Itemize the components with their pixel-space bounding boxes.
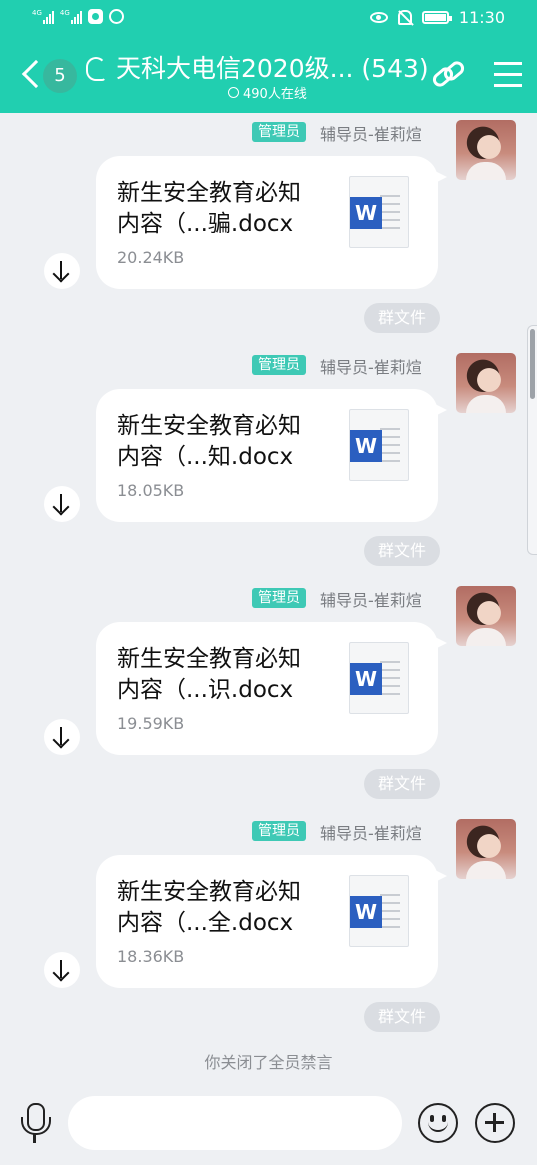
file-name: 新生安全教育必知 内容（...识.docx — [117, 644, 332, 706]
admin-badge: 管理员 — [252, 821, 306, 841]
file-size: 19.59KB — [117, 714, 185, 733]
message-input[interactable] — [68, 1096, 402, 1150]
input-bar — [0, 1085, 537, 1165]
sender-name[interactable]: 辅导员-崔莉煊 — [320, 587, 422, 611]
ear-icon[interactable] — [86, 57, 106, 81]
online-count: 490人在线 — [243, 87, 307, 102]
file-size: 20.24KB — [117, 248, 185, 267]
message-item: 管理员 辅导员-崔莉煊 新生安全教育必知 内容（...知.docx 18.05K… — [0, 350, 537, 566]
link-icon[interactable] — [430, 58, 468, 92]
app-notification-icon — [87, 9, 103, 24]
hand-notification-icon — [108, 9, 124, 24]
word-doc-icon: W — [349, 176, 409, 248]
plus-icon[interactable] — [475, 1103, 515, 1143]
online-status: 490人在线 — [228, 83, 307, 102]
clock: 11:30 — [458, 8, 505, 27]
avatar[interactable] — [456, 586, 516, 646]
group-title[interactable]: 天科大电信2020级... (543) — [116, 49, 429, 85]
word-doc-icon: W — [349, 875, 409, 947]
cell-signal-icon: 4G — [32, 8, 54, 24]
file-name: 新生安全教育必知 内容（...骗.docx — [117, 178, 332, 240]
unread-count-badge[interactable]: 5 — [43, 59, 77, 93]
file-name-line: 新生安全教育必知 — [117, 413, 301, 439]
word-letter: W — [350, 197, 382, 229]
word-doc-icon: W — [349, 409, 409, 481]
message-item: 管理员 辅导员-崔莉煊 新生安全教育必知 内容（...全.docx 18.36K… — [0, 816, 537, 1032]
network-type-label: 4G — [32, 8, 42, 17]
file-bubble[interactable]: 新生安全教育必知 内容（...全.docx 18.36KB W — [96, 855, 447, 988]
emoji-icon[interactable] — [418, 1103, 458, 1143]
menu-icon[interactable] — [494, 62, 522, 87]
word-letter: W — [350, 896, 382, 928]
file-name-line: 内容（...全.docx — [117, 910, 294, 936]
chat-area[interactable]: 管理员 辅导员-崔莉煊 新生安全教育必知 内容（...骗.docx 20.24K… — [0, 113, 537, 1165]
file-name-line: 新生安全教育必知 — [117, 879, 301, 905]
bell-muted-icon — [397, 10, 412, 25]
sender-name[interactable]: 辅导员-崔莉煊 — [320, 354, 422, 378]
word-letter: W — [350, 430, 382, 462]
file-bubble[interactable]: 新生安全教育必知 内容（...知.docx 18.05KB W — [96, 389, 447, 522]
eye-comfort-icon — [369, 12, 388, 23]
status-bar: 4G 4G 11:30 — [0, 0, 537, 38]
scrollbar-thumb[interactable] — [530, 329, 535, 399]
avatar[interactable] — [456, 819, 516, 879]
chat-header: 5 天科大电信2020级... (543) 490人在线 — [0, 38, 537, 113]
file-name-line: 内容（...知.docx — [117, 444, 294, 470]
download-arrow-icon[interactable] — [44, 253, 80, 289]
download-arrow-icon[interactable] — [44, 952, 80, 988]
file-name-line: 新生安全教育必知 — [117, 180, 301, 206]
top-bar: 4G 4G 11:30 5 天科大电信2020级... (543) 490人在线 — [0, 0, 537, 113]
admin-badge: 管理员 — [252, 588, 306, 608]
file-name: 新生安全教育必知 内容（...知.docx — [117, 411, 332, 473]
sender-name[interactable]: 辅导员-崔莉煊 — [320, 121, 422, 145]
check-circle-icon — [228, 87, 239, 98]
scrollbar[interactable] — [527, 325, 537, 555]
file-bubble[interactable]: 新生安全教育必知 内容（...识.docx 19.59KB W — [96, 622, 447, 755]
group-file-tag[interactable]: 群文件 — [364, 536, 440, 566]
avatar[interactable] — [456, 120, 516, 180]
group-file-tag[interactable]: 群文件 — [364, 1002, 440, 1032]
message-item: 管理员 辅导员-崔莉煊 新生安全教育必知 内容（...骗.docx 20.24K… — [0, 117, 537, 333]
group-file-tag[interactable]: 群文件 — [364, 303, 440, 333]
message-item: 管理员 辅导员-崔莉煊 新生安全教育必知 内容（...识.docx 19.59K… — [0, 583, 537, 799]
download-arrow-icon[interactable] — [44, 719, 80, 755]
file-name: 新生安全教育必知 内容（...全.docx — [117, 877, 332, 939]
download-arrow-icon[interactable] — [44, 486, 80, 522]
file-name-line: 内容（...骗.docx — [117, 211, 294, 237]
system-message: 你关闭了全员禁言 — [204, 1053, 333, 1072]
file-name-line: 内容（...识.docx — [117, 677, 294, 703]
file-bubble[interactable]: 新生安全教育必知 内容（...骗.docx 20.24KB W — [96, 156, 447, 289]
network-type-label: 4G — [59, 8, 70, 17]
back-chevron-icon[interactable] — [18, 56, 44, 92]
word-doc-icon: W — [349, 642, 409, 714]
microphone-icon[interactable] — [20, 1103, 51, 1145]
file-size: 18.05KB — [117, 481, 185, 500]
file-size: 18.36KB — [117, 947, 185, 966]
group-file-tag[interactable]: 群文件 — [364, 769, 440, 799]
word-letter: W — [350, 663, 382, 695]
avatar[interactable] — [456, 353, 516, 413]
file-name-line: 新生安全教育必知 — [117, 646, 301, 672]
battery-icon — [421, 11, 452, 24]
admin-badge: 管理员 — [252, 122, 306, 142]
sender-name[interactable]: 辅导员-崔莉煊 — [320, 820, 422, 844]
admin-badge: 管理员 — [252, 355, 306, 375]
cell-signal-icon: 4G — [59, 8, 82, 24]
